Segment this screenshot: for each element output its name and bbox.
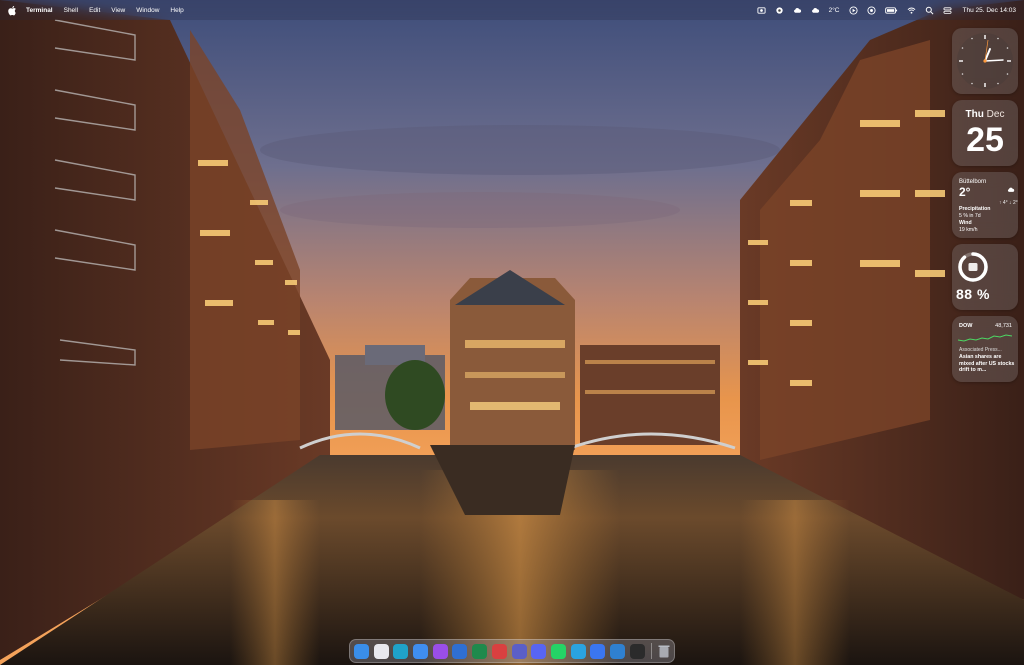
weather-wind-value: 19 km/h [959,227,978,233]
dock [349,639,675,663]
dock-telegram-icon[interactable] [570,643,586,659]
battery-ring [958,252,988,282]
control-center-icon[interactable] [943,6,952,15]
dock-whatsapp-icon[interactable] [550,643,566,659]
stock-price: 48,731 [995,323,1012,329]
stock-symbol: DOW [959,323,973,329]
menu-edit[interactable]: Edit [89,7,100,14]
battery-icon[interactable] [884,6,898,15]
weather-widget[interactable]: Büttelborn 2° ↑ 4° ↓ 2° Precipitation 5 … [952,172,1018,238]
clock-widget[interactable] [952,28,1018,94]
calendar-weekday: Thu Dec [965,109,1005,120]
play-circle-icon[interactable] [848,5,858,15]
wifi-icon[interactable] [907,6,916,15]
search-icon[interactable] [925,6,934,15]
radio-icon[interactable] [866,5,876,15]
screen-record-icon[interactable] [757,6,766,15]
dock-separator [651,643,653,659]
menu-window[interactable]: Window [136,7,159,14]
news-source: Associated Press... [959,347,1002,353]
battery-widget[interactable]: 88 % [952,244,1018,310]
menubar-temperature[interactable]: 2°C [829,7,840,14]
dock-edge-icon[interactable] [393,643,409,659]
dock-trash-icon[interactable] [656,644,671,659]
menu-view[interactable]: View [111,7,125,14]
apple-menu-icon[interactable] [8,5,17,16]
stock-sparkline [958,334,1012,342]
gear-icon[interactable] [775,6,784,15]
news-headline: Asian shares are mixed after US stocks d… [959,354,1015,374]
calendar-month: Dec [986,109,1005,120]
calendar-widget[interactable]: Thu Dec 25 [952,100,1018,166]
desktop-wallpaper [0,0,1024,665]
dock-excel-icon[interactable] [472,643,488,659]
cloud-icon [1007,187,1015,192]
stocks-widget[interactable]: DOW 48,731 Associated Press... Asian sha… [952,316,1018,382]
weather-icon[interactable] [811,6,820,15]
analog-clock-face [957,33,1013,89]
dock-discord-icon[interactable] [531,643,547,659]
menu-shell[interactable]: Shell [64,7,78,14]
dock-outlook-icon[interactable] [452,643,468,659]
dock-terminal-icon[interactable] [629,643,645,659]
weather-temperature: 2° [959,185,971,199]
weather-precipitation-label: Precipitation [959,206,991,212]
cloud-icon[interactable] [793,6,802,15]
calendar-day: 25 [966,121,1004,159]
dock-teams-icon[interactable] [511,643,527,659]
dock-signal-icon[interactable] [590,643,606,659]
dock-finder-icon[interactable] [354,643,369,659]
battery-percent: 88 % [956,286,990,302]
menubar-clock[interactable]: Thu 25. Dec 14:03 [963,7,1016,14]
weather-precipitation-value: 5 % in 7d [959,213,981,219]
dock-app-purple-icon[interactable] [432,643,448,659]
dock-mail-icon[interactable] [413,643,429,659]
dock-app-red-icon[interactable] [491,643,507,659]
menu-bar: Terminal Shell Edit View Window Help 2°C… [0,0,1024,20]
menu-app-name[interactable]: Terminal [26,7,53,14]
weather-hi-lo: ↑ 4° ↓ 2° [999,200,1018,206]
dock-launchpad-icon[interactable] [373,643,389,659]
menu-help[interactable]: Help [170,7,183,14]
weather-wind-label: Wind [959,220,972,226]
dock-vscode-icon[interactable] [609,643,625,659]
